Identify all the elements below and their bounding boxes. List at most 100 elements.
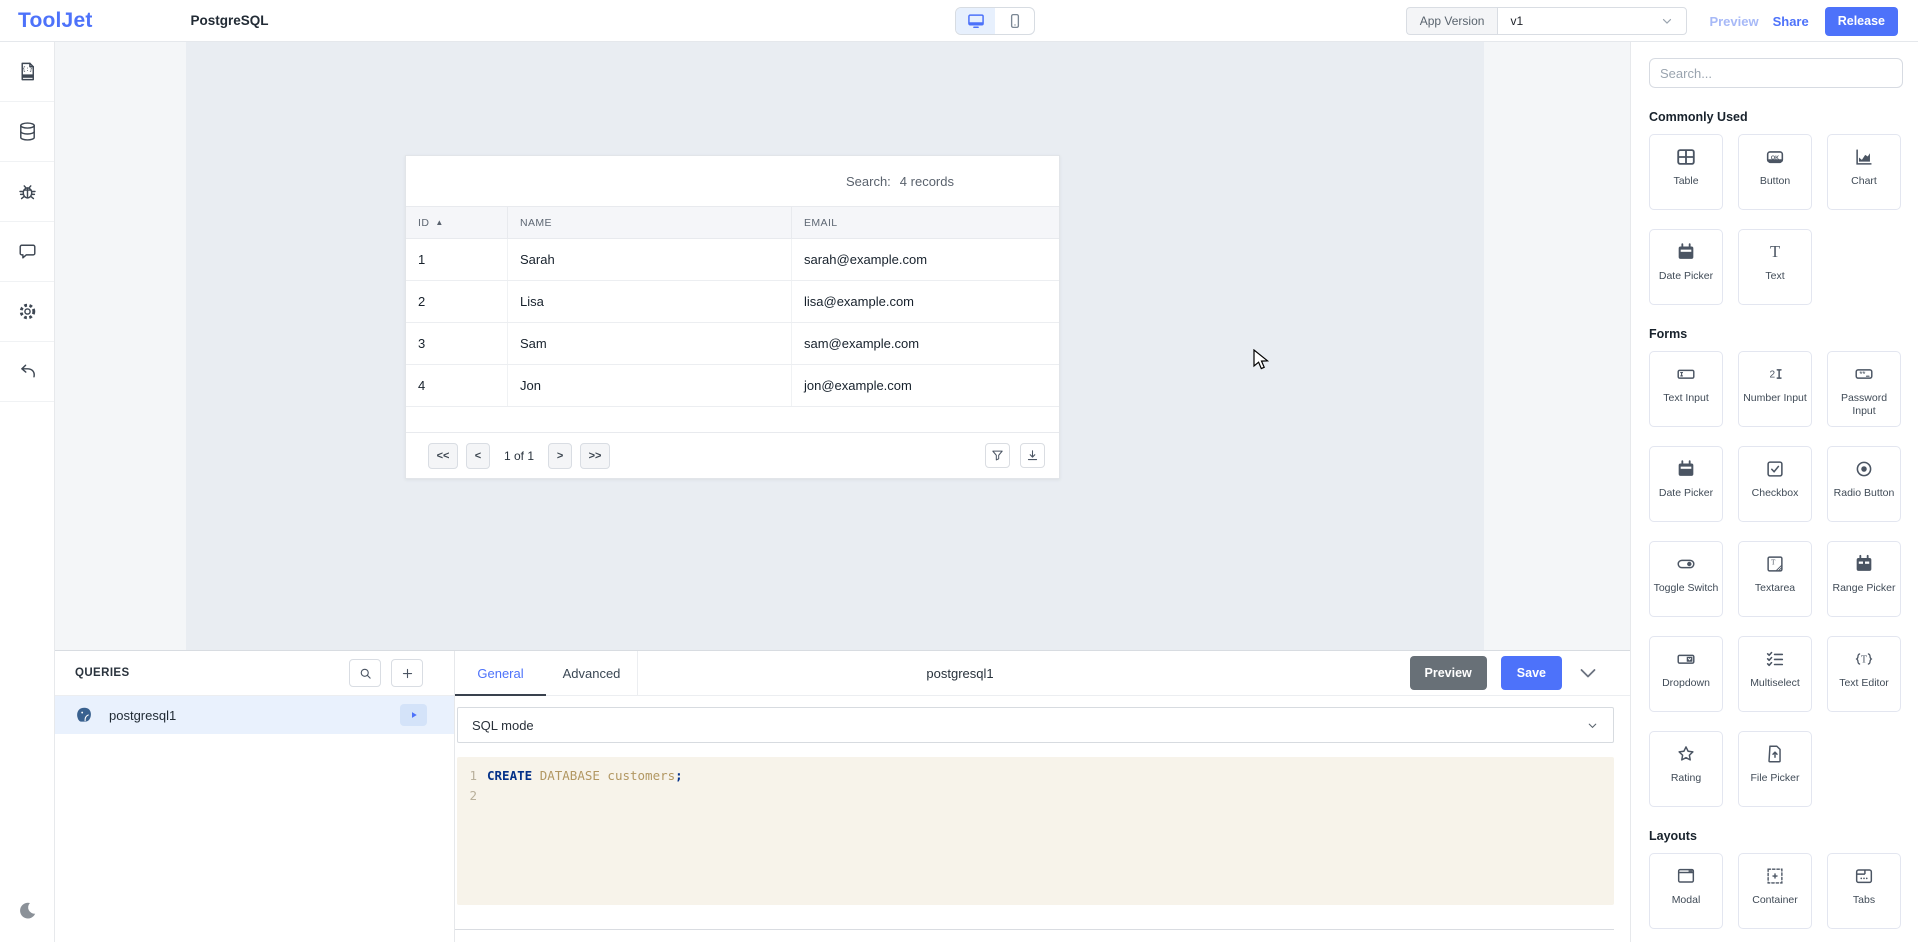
svg-text:T: T	[1770, 242, 1780, 261]
theme-toggle[interactable]	[0, 888, 55, 932]
cell-name[interactable]: Jon	[508, 365, 792, 406]
run-query-button[interactable]	[400, 704, 427, 726]
widget-card-table[interactable]: Table	[1649, 134, 1723, 210]
widget-label: Button	[1758, 175, 1792, 188]
filter-button[interactable]	[985, 443, 1010, 468]
database-icon	[16, 120, 39, 143]
table-search-label[interactable]: Search:	[846, 174, 891, 189]
tabs-widget-icon	[1853, 865, 1875, 887]
download-button[interactable]	[1020, 443, 1045, 468]
sidebar-item-settings[interactable]	[0, 282, 54, 342]
widget-card-rating[interactable]: Rating	[1649, 731, 1723, 807]
column-header-id[interactable]: ID ▲	[406, 207, 508, 238]
app-title[interactable]: PostgreSQL	[191, 13, 269, 28]
app-version-value: v1	[1510, 14, 1523, 28]
widget-card-modal[interactable]: Modal	[1649, 853, 1723, 929]
pagination-first-button[interactable]: <<	[428, 443, 458, 469]
widget-card-datepicker-forms[interactable]: Date Picker	[1649, 446, 1723, 522]
passwordinput-widget-icon: **	[1853, 363, 1875, 385]
sql-keyword: CREATE	[487, 766, 540, 786]
pagination-page-indicator: 1 of 1	[504, 449, 534, 463]
widget-card-text-editor[interactable]: T Text Editor	[1827, 636, 1901, 712]
cell-id[interactable]: 1	[406, 239, 508, 280]
sidebar-item-debugger[interactable]	[0, 162, 54, 222]
toggleswitch-widget-icon	[1675, 553, 1697, 575]
widget-card-toggle-switch[interactable]: Toggle Switch	[1649, 541, 1723, 617]
mobile-toggle-button[interactable]	[995, 8, 1034, 34]
preview-button[interactable]: Preview	[1709, 14, 1758, 29]
query-preview-button[interactable]: Preview	[1410, 656, 1487, 690]
widget-card-datepicker[interactable]: Date Picker	[1649, 229, 1723, 305]
cell-email[interactable]: jon@example.com	[792, 365, 1061, 406]
widget-card-password-input[interactable]: ** Password Input	[1827, 351, 1901, 427]
sidebar-item-database[interactable]	[0, 102, 54, 162]
chart-widget-icon	[1853, 146, 1875, 168]
cell-name[interactable]: Lisa	[508, 281, 792, 322]
widget-card-number-input[interactable]: 2 Number Input	[1738, 351, 1812, 427]
add-query-button[interactable]	[391, 659, 423, 687]
cell-name[interactable]: Sarah	[508, 239, 792, 280]
sql-code-editor[interactable]: 1 CREATE DATABASE customers; 2	[457, 757, 1614, 905]
tab-divider	[637, 651, 638, 695]
app-version-select[interactable]: v1	[1497, 7, 1687, 35]
table-row[interactable]: 3 Sam sam@example.com	[406, 323, 1059, 365]
table-widget-icon	[1675, 146, 1697, 168]
widget-card-radio-button[interactable]: Radio Button	[1827, 446, 1901, 522]
widget-card-text-input[interactable]: Text Input	[1649, 351, 1723, 427]
query-save-button[interactable]: Save	[1501, 656, 1562, 690]
widget-card-dropdown[interactable]: Dropdown	[1649, 636, 1723, 712]
pagination-last-button[interactable]: >>	[580, 443, 610, 469]
device-toggle	[955, 7, 1035, 35]
share-button[interactable]: Share	[1773, 14, 1809, 29]
widget-card-button[interactable]: OK Button	[1738, 134, 1812, 210]
cell-id[interactable]: 3	[406, 323, 508, 364]
cell-email[interactable]: lisa@example.com	[792, 281, 1061, 322]
widget-card-text[interactable]: T Text	[1738, 229, 1812, 305]
cell-email[interactable]: sarah@example.com	[792, 239, 1061, 280]
desktop-toggle-button[interactable]	[956, 8, 995, 34]
query-editor-title: postgresql1	[860, 651, 1060, 696]
widget-card-checkbox[interactable]: Checkbox	[1738, 446, 1812, 522]
widget-card-chart[interactable]: Chart	[1827, 134, 1901, 210]
tab-general[interactable]: General	[455, 651, 546, 695]
widget-card-container[interactable]: Container	[1738, 853, 1812, 929]
column-header-email[interactable]: EMAIL	[792, 207, 1061, 238]
tab-advanced[interactable]: Advanced	[546, 651, 637, 695]
widget-card-tabs[interactable]: Tabs	[1827, 853, 1901, 929]
query-search-button[interactable]	[349, 659, 381, 687]
cell-id[interactable]: 2	[406, 281, 508, 322]
tooljet-app-builder: ToolJet PostgreSQL App Version	[0, 0, 1918, 942]
pagination-prev-button[interactable]: <	[466, 443, 490, 469]
widget-search-input[interactable]	[1649, 58, 1903, 88]
release-button[interactable]: Release	[1825, 7, 1898, 36]
widget-card-multiselect[interactable]: Multiselect	[1738, 636, 1812, 712]
table-row[interactable]: 2 Lisa lisa@example.com	[406, 281, 1059, 323]
pagination-next-button[interactable]: >	[548, 443, 572, 469]
checkbox-widget-icon	[1764, 458, 1786, 480]
cell-email[interactable]: sam@example.com	[792, 323, 1061, 364]
table-row[interactable]: 4 Jon jon@example.com	[406, 365, 1059, 407]
cell-id[interactable]: 4	[406, 365, 508, 406]
table-toolbar: Search: 4 records	[406, 156, 1059, 206]
column-header-name[interactable]: NAME	[508, 207, 792, 238]
query-editor-header: General Advanced postgresql1 Preview Sav…	[455, 651, 1630, 696]
cell-name[interactable]: Sam	[508, 323, 792, 364]
sidebar-item-inspector[interactable]: {:}	[0, 42, 54, 102]
table-row[interactable]: 1 Sarah sarah@example.com	[406, 239, 1059, 281]
layouts-grid: Modal Container Tabs	[1649, 853, 1902, 929]
tooljet-logo[interactable]: ToolJet	[18, 9, 93, 33]
sql-mode-select[interactable]: SQL mode	[457, 707, 1614, 743]
query-list-item[interactable]: postgresql1	[55, 696, 454, 734]
modal-widget-icon	[1675, 865, 1697, 887]
widget-label: Text	[1763, 270, 1786, 283]
chevron-down-icon	[1660, 14, 1674, 28]
widget-card-range-picker[interactable]: Range Picker	[1827, 541, 1901, 617]
sidebar-item-comments[interactable]	[0, 222, 54, 282]
widget-card-file-picker[interactable]: File Picker	[1738, 731, 1812, 807]
collapse-panel-button[interactable]	[1576, 661, 1600, 685]
widget-card-textarea[interactable]: T Textarea	[1738, 541, 1812, 617]
table-widget[interactable]: Search: 4 records ID ▲ NAME EMAIL 1 Sara…	[405, 155, 1060, 479]
sidebar-item-undo[interactable]	[0, 342, 54, 402]
widget-label: Modal	[1670, 894, 1703, 907]
mobile-icon	[1006, 12, 1024, 30]
